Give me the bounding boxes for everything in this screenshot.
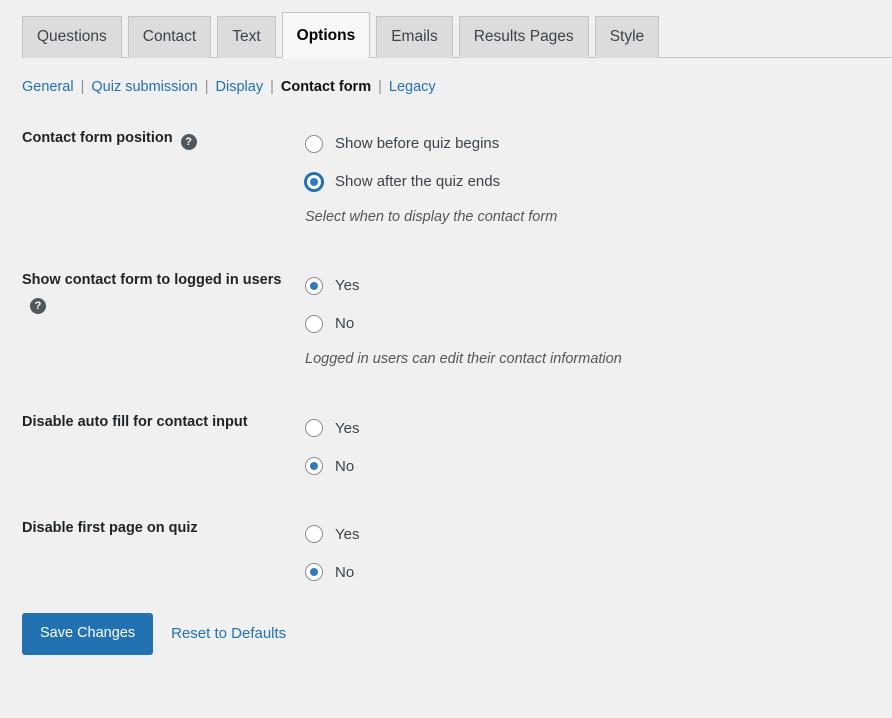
setting-label: Contact form position? — [22, 125, 305, 150]
subnav-item-general[interactable]: General — [22, 79, 74, 95]
tab-options[interactable]: Options — [281, 12, 371, 59]
radio-label[interactable]: Show after the quiz ends — [335, 174, 500, 189]
setting-row: Contact form position? Show before quiz b… — [22, 125, 892, 227]
settings-tab-bar: Questions Contact Text Options Emails Results… — [0, 0, 892, 59]
subnav-separator: | — [80, 79, 85, 95]
row-spacer — [22, 227, 892, 267]
setting-label: Disable first page on quiz — [22, 515, 305, 539]
form-actions: Save Changes Reset to Defaults — [0, 613, 892, 655]
setting-label-text: Show contact form to logged in users — [22, 271, 282, 288]
radio-option[interactable]: No — [305, 553, 892, 591]
radio-label[interactable]: Yes — [335, 421, 359, 436]
radio-label[interactable]: No — [335, 565, 354, 580]
reset-to-defaults-link[interactable]: Reset to Defaults — [171, 625, 286, 642]
save-changes-button[interactable]: Save Changes — [22, 613, 154, 655]
tab-questions[interactable]: Questions — [22, 16, 122, 58]
radio-label[interactable]: Show before quiz begins — [335, 136, 499, 151]
subnav-separator: | — [204, 79, 209, 95]
setting-description: Logged in users can edit their contact i… — [305, 350, 622, 367]
subnav-separator: | — [270, 79, 274, 95]
setting-label: Disable auto fill for contact input — [22, 409, 305, 433]
radio-button[interactable] — [305, 457, 323, 476]
row-spacer — [22, 369, 892, 409]
radio-label[interactable]: Yes — [335, 527, 359, 542]
setting-row: Disable auto fill for contact input Yes No — [22, 409, 892, 485]
setting-label: Show contact form to logged in users? — [22, 267, 305, 314]
subnav-item-contact-form: Contact form — [280, 79, 372, 95]
subnav-item-legacy[interactable]: Legacy — [389, 79, 436, 95]
radio-button[interactable] — [305, 134, 323, 153]
setting-field: Yes No — [305, 409, 892, 485]
setting-label-text: Disable auto fill for contact input — [22, 414, 248, 431]
setting-field: Yes No Logged in users can edit their cont… — [305, 267, 892, 369]
radio-button[interactable] — [305, 276, 323, 295]
setting-label-text: Disable first page on quiz — [22, 520, 198, 537]
setting-label-text: Contact form position — [22, 129, 173, 146]
radio-label[interactable]: No — [335, 459, 354, 474]
radio-option[interactable]: Yes — [305, 515, 892, 553]
radio-button[interactable] — [305, 419, 323, 438]
tab-text[interactable]: Text — [217, 16, 276, 58]
tab-style[interactable]: Style — [594, 16, 660, 58]
subnav-item-quiz-submission[interactable]: Quiz submission — [91, 79, 197, 95]
radio-option[interactable]: No — [305, 305, 892, 343]
row-spacer — [22, 485, 892, 515]
tab-emails[interactable]: Emails — [376, 16, 453, 58]
radio-button[interactable] — [305, 172, 323, 191]
radio-option[interactable]: Yes — [305, 267, 892, 305]
setting-field: Show before quiz begins Show after the qu… — [305, 125, 892, 227]
radio-label[interactable]: No — [335, 316, 354, 331]
setting-field: Yes No — [305, 515, 892, 591]
radio-button[interactable] — [305, 314, 323, 333]
radio-button[interactable] — [305, 563, 323, 582]
tab-results-pages[interactable]: Results Pages — [458, 16, 589, 58]
radio-button[interactable] — [305, 525, 323, 544]
setting-row: Show contact form to logged in users? Yes… — [22, 267, 892, 369]
subnav: General | Quiz submission | Display | Contact … — [0, 58, 892, 95]
subnav-item-display[interactable]: Display — [216, 79, 264, 95]
radio-option[interactable]: Yes — [305, 409, 892, 447]
setting-row: Disable first page on quiz Yes No — [22, 515, 892, 591]
radio-label[interactable]: Yes — [335, 278, 359, 293]
radio-option[interactable]: Show before quiz begins — [305, 125, 892, 163]
settings-form: Contact form position? Show before quiz b… — [0, 125, 892, 592]
help-icon[interactable]: ? — [30, 297, 46, 314]
subnav-separator: | — [378, 79, 382, 95]
tab-contact[interactable]: Contact — [127, 16, 212, 58]
radio-option[interactable]: Show after the quiz ends — [305, 163, 892, 201]
help-icon[interactable]: ? — [180, 133, 197, 150]
setting-description: Select when to display the contact form — [305, 208, 558, 225]
radio-option[interactable]: No — [305, 447, 892, 485]
